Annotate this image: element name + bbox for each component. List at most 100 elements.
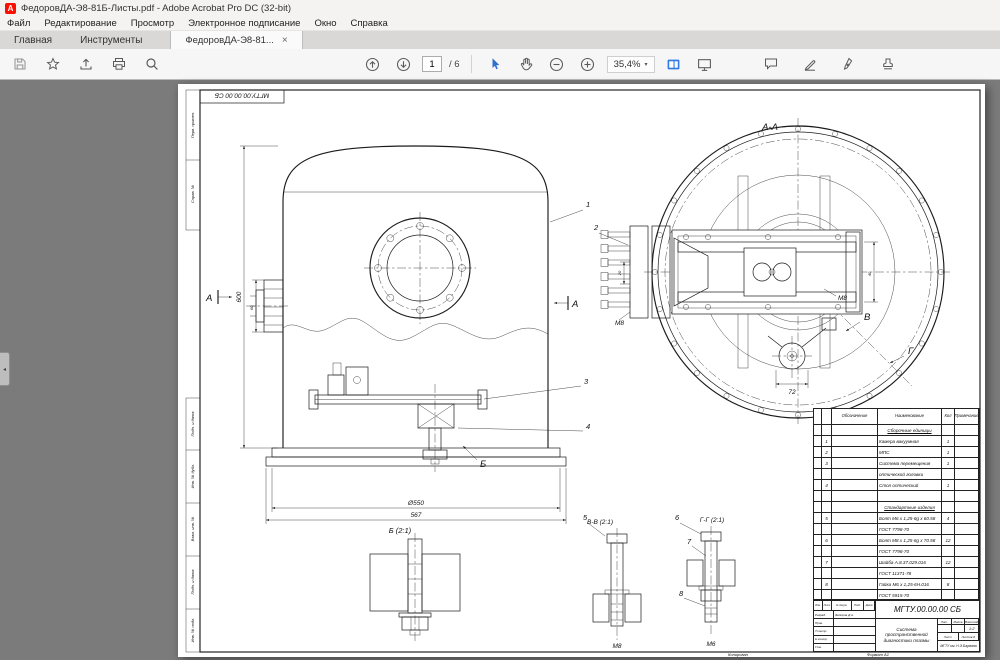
item-balloons: 1 2 3 4 bbox=[458, 200, 628, 431]
page-number-input[interactable] bbox=[422, 56, 442, 72]
tab-document-label: ФедоровДА-Э8-81... bbox=[185, 35, 273, 46]
menu-item[interactable]: Окно bbox=[307, 16, 343, 30]
favorites-button[interactable] bbox=[41, 52, 65, 76]
tab-tools[interactable]: Инструменты bbox=[66, 31, 156, 49]
comment-icon bbox=[765, 59, 776, 69]
format-note: Формат A1 bbox=[867, 652, 889, 657]
star-icon bbox=[48, 59, 59, 69]
pdf-page[interactable]: МГТУ.00.00.00 СБ Перв. примен. Справ. № … bbox=[178, 84, 985, 657]
parts-table-rows: Сборочные единицы 1 Камера вакуумная 1 bbox=[814, 425, 979, 601]
print-button[interactable] bbox=[107, 52, 131, 76]
save-icon bbox=[15, 59, 25, 69]
window-titlebar: A ФедоровДА-Э8-81Б-Листы.pdf - Adobe Acr… bbox=[0, 0, 1000, 16]
zoom-in-button[interactable] bbox=[576, 52, 600, 76]
highlight-tool-button[interactable] bbox=[798, 52, 822, 76]
detail-view-b: Б (2:1) bbox=[370, 526, 460, 642]
svg-text:20: 20 bbox=[617, 270, 622, 276]
tab-document[interactable]: ФедоровДА-Э8-81... × bbox=[170, 31, 302, 49]
stamp-tool-button[interactable] bbox=[876, 52, 900, 76]
read-mode-button[interactable] bbox=[693, 52, 717, 76]
nav-pane-toggle[interactable]: ◂ bbox=[0, 352, 10, 386]
title-block-role-row: Утв. bbox=[814, 644, 875, 651]
svg-text:72: 72 bbox=[788, 389, 796, 396]
svg-text:Инв. № дубл.: Инв. № дубл. bbox=[190, 464, 195, 489]
title-block-role-row: Пров. bbox=[814, 619, 875, 627]
menu-item[interactable]: Файл bbox=[0, 16, 37, 30]
svg-text:Подп. и дата: Подп. и дата bbox=[190, 569, 195, 595]
front-view-dimensions: Ø550 567 600 60 bbox=[236, 146, 566, 524]
search-button[interactable] bbox=[140, 52, 164, 76]
menu-item[interactable]: Просмотр bbox=[124, 16, 181, 30]
section-view-aa: А-А bbox=[601, 118, 952, 426]
next-page-button[interactable] bbox=[391, 52, 415, 76]
print-icon bbox=[114, 59, 125, 70]
flange-studs bbox=[601, 231, 630, 309]
flange-section bbox=[601, 226, 670, 318]
tab-bar: Главная Инструменты ФедоровДА-Э8-81... × bbox=[0, 31, 1000, 49]
menu-item[interactable]: Редактирование bbox=[37, 16, 123, 30]
zoom-in-icon bbox=[582, 58, 594, 70]
traverse-frame bbox=[672, 230, 862, 314]
detail-gg-label: Г-Г (2:1) bbox=[700, 517, 724, 524]
balloon-3: 3 bbox=[584, 377, 589, 386]
title-block-column-label: Подп. bbox=[852, 601, 864, 611]
balloon-6: 6 bbox=[675, 513, 680, 522]
hand-tool-button[interactable] bbox=[514, 52, 538, 76]
marker-a-right: А bbox=[571, 299, 578, 310]
svg-text:600: 600 bbox=[236, 291, 243, 302]
page-count-label: / 6 bbox=[449, 59, 460, 70]
scale-value: 1:2 bbox=[965, 625, 979, 633]
title-block-role-row: Н.контр. bbox=[814, 636, 875, 644]
table-row: 1 Камера вакуумная 1 bbox=[814, 436, 979, 447]
save-button[interactable] bbox=[8, 52, 32, 76]
title-block-column-label: № докум. bbox=[832, 601, 852, 611]
chevron-down-icon: ▾ bbox=[645, 61, 648, 68]
zoom-level-dropdown[interactable]: 35,4% ▾ bbox=[607, 56, 655, 73]
share-button[interactable] bbox=[74, 52, 98, 76]
table-row: Стандартные изделия bbox=[814, 502, 979, 513]
marker-b: Б bbox=[480, 459, 486, 470]
balloon-4: 4 bbox=[586, 422, 590, 431]
svg-text:40: 40 bbox=[867, 271, 872, 276]
cursor-icon bbox=[492, 58, 499, 69]
table-row: Сборочные единицы bbox=[814, 425, 979, 436]
marker-g: Г bbox=[908, 346, 914, 357]
page-view-button[interactable] bbox=[662, 52, 686, 76]
upload-icon bbox=[81, 59, 91, 69]
previous-page-button[interactable] bbox=[360, 52, 384, 76]
document-viewport[interactable]: ◂ МГТУ.00.00.00 СБ Перв. примен. Справ. … bbox=[0, 80, 1000, 660]
menu-item[interactable]: Электронное подписание bbox=[181, 16, 307, 30]
detail-vv-label: В-В (2:1) bbox=[587, 519, 613, 526]
tab-home[interactable]: Главная bbox=[0, 31, 66, 49]
table-row: 5 Болт М6 х 1,25-6g х 60.58 4 bbox=[814, 513, 979, 524]
svg-text:Инв. № подл.: Инв. № подл. bbox=[190, 618, 195, 643]
parts-table: Обозначение Наименование Кол Примечание … bbox=[813, 408, 980, 600]
detail-b-label: Б (2:1) bbox=[389, 526, 412, 535]
break-line bbox=[283, 318, 548, 340]
svg-text:567: 567 bbox=[411, 512, 422, 519]
table-row: 2 МПС 1 bbox=[814, 447, 979, 458]
menu-bar: ФайлРедактированиеПросмотрЭлектронное по… bbox=[0, 16, 1000, 31]
section-markers: А А Б bbox=[205, 290, 578, 470]
table-row: 7 Шайба А.8.37.029.016 12 bbox=[814, 557, 979, 568]
sign-tool-button[interactable] bbox=[837, 52, 861, 76]
title-block-column-label: Изм. bbox=[814, 601, 823, 611]
table-row: 3 Система перемещения 1 bbox=[814, 458, 979, 469]
marker-a-left: А bbox=[205, 293, 212, 304]
zoom-out-button[interactable] bbox=[545, 52, 569, 76]
mirrored-doc-number: МГТУ.00.00.00 СБ bbox=[215, 92, 269, 99]
page-down-icon bbox=[397, 58, 409, 70]
close-icon[interactable]: × bbox=[282, 35, 288, 46]
menu-item[interactable]: Справка bbox=[344, 16, 395, 30]
select-tool-button[interactable] bbox=[483, 52, 507, 76]
title-block-column-label: Дата bbox=[864, 601, 875, 611]
title-block-meta: Лит. Масса Масштаб 1:2 Лист Листов 6 bbox=[938, 619, 979, 651]
highlighter-icon bbox=[805, 61, 815, 71]
table-row: ГОСТ 11371-78 bbox=[814, 568, 979, 579]
search-icon bbox=[147, 59, 157, 69]
comment-tool-button[interactable] bbox=[759, 52, 783, 76]
svg-text:Взам. инв. №: Взам. инв. № bbox=[190, 516, 195, 541]
document-number: МГТУ.00.00.00 СБ bbox=[876, 601, 979, 619]
title-block-column-label: Лист bbox=[823, 601, 832, 611]
table-row: оптической головки bbox=[814, 469, 979, 480]
